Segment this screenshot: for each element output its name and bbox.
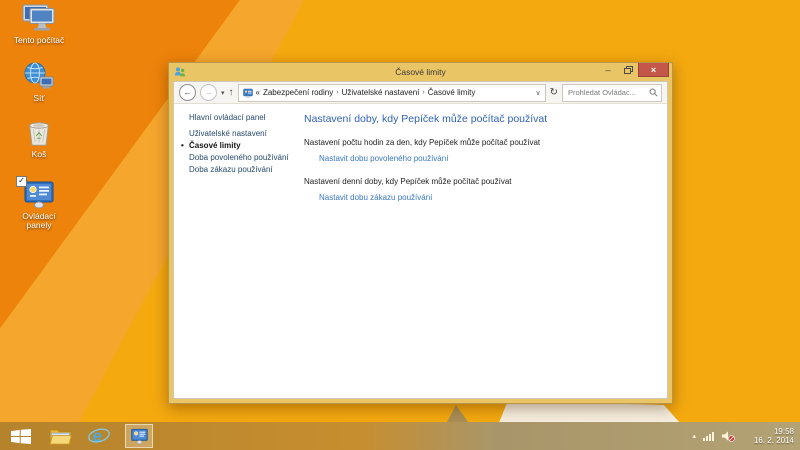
breadcrumb-item-user-settings[interactable]: Uživatelské nastavení: [342, 88, 420, 97]
breadcrumb[interactable]: « Zabezpečení rodiny › Uživatelské nasta…: [238, 84, 546, 102]
checkbox-icon[interactable]: ✓: [16, 176, 27, 187]
desktop-icon-label: Ovládací panely: [12, 212, 66, 230]
window-body: ← → ▾ ↑ « Zabezpečení ro: [173, 81, 668, 399]
breadcrumb-item-time-limits[interactable]: Časové limity: [428, 88, 476, 97]
section-description: Nastavení denní doby, kdy Pepíček může p…: [304, 177, 512, 186]
control-panel-mini-icon: [243, 88, 253, 98]
desktop-icon-network[interactable]: Síť: [12, 62, 66, 103]
window-controls: – ×: [598, 63, 669, 77]
breadcrumb-prefix: «: [256, 88, 260, 97]
control-panel-icon: ✓: [12, 180, 66, 210]
desktop-icon-control-panel[interactable]: ✓ Ovládací panely: [12, 180, 66, 230]
window-content: Hlavní ovládací panel Uživatelské nastav…: [174, 104, 667, 398]
system-tray: ▴ 19:58 16. 2. 2014: [692, 427, 800, 446]
hidden-icons-button[interactable]: ▴: [692, 432, 696, 440]
titlebar[interactable]: Časové limity: [169, 63, 672, 81]
volume-muted-icon[interactable]: [722, 431, 735, 442]
restore-button[interactable]: [618, 63, 638, 77]
up-button[interactable]: ↑: [229, 87, 234, 98]
recycle-bin-icon: [12, 118, 66, 148]
search-icon: [649, 88, 658, 97]
refresh-button[interactable]: ↻: [550, 87, 558, 98]
close-button[interactable]: ×: [638, 63, 669, 77]
control-panel-taskbar-button[interactable]: [125, 424, 153, 448]
restore-icon: [624, 66, 633, 74]
file-explorer-button[interactable]: [47, 423, 73, 449]
sidebar-item-home[interactable]: Hlavní ovládací panel: [189, 112, 289, 124]
taskbar-clock[interactable]: 19:58 16. 2. 2014: [742, 427, 794, 446]
main-pane: Nastavení doby, kdy Pepíček může počítač…: [304, 113, 659, 398]
start-button[interactable]: [8, 423, 34, 449]
breadcrumb-separator-icon: ›: [422, 89, 424, 96]
internet-explorer-icon: e: [87, 426, 111, 446]
sidebar-item-curfew[interactable]: Doba zákazu používání: [189, 164, 289, 176]
internet-explorer-button[interactable]: e: [86, 423, 112, 449]
desktop: Tento počítač Síť: [0, 0, 800, 450]
desktop-icon-recycle-bin[interactable]: Koš: [12, 118, 66, 159]
active-bullet-icon: •: [181, 140, 184, 152]
page-title: Nastavení doby, kdy Pepíček může počítač…: [304, 113, 659, 125]
address-bar: ← → ▾ ↑ « Zabezpečení ro: [174, 82, 667, 104]
breadcrumb-separator-icon: ›: [336, 89, 338, 96]
task-sidebar: Hlavní ovládací panel Uživatelské nastav…: [189, 112, 289, 176]
taskbar: e ▴: [0, 422, 800, 450]
search-input[interactable]: [566, 87, 649, 98]
sidebar-item-user-settings[interactable]: Uživatelské nastavení: [189, 128, 289, 140]
breadcrumb-item-family-safety[interactable]: Zabezpečení rodiny: [263, 88, 333, 97]
sidebar-item-allowed-time[interactable]: Doba povoleného používání: [189, 152, 289, 164]
address-dropdown-icon[interactable]: ∨: [535, 89, 540, 97]
minimize-button[interactable]: –: [598, 63, 618, 77]
desktop-icon-this-pc[interactable]: Tento počítač: [12, 4, 66, 45]
control-panel-window: Časové limity – × ← → ▾ ↑: [168, 62, 673, 404]
sidebar-item-time-limits[interactable]: •Časové limity: [189, 140, 289, 152]
network-icon[interactable]: [703, 431, 715, 441]
control-panel-icon: [129, 428, 150, 445]
clock-date: 16. 2. 2014: [742, 436, 794, 446]
window-title: Časové limity: [169, 67, 672, 77]
desktop-icon-label: Koš: [12, 150, 66, 159]
network-icon: [12, 62, 66, 92]
desktop-icon-label: Tento počítač: [12, 36, 66, 45]
taskbar-apps: e: [0, 423, 153, 449]
windows-logo-icon: [11, 429, 31, 444]
folder-icon: [49, 427, 72, 446]
computer-icon: [12, 4, 66, 34]
history-dropdown-icon[interactable]: ▾: [221, 89, 225, 97]
search-box[interactable]: [562, 84, 662, 102]
set-allowed-time-link[interactable]: Nastavit dobu povoleného používání: [319, 154, 448, 163]
forward-button[interactable]: →: [200, 84, 217, 101]
clock-time: 19:58: [742, 427, 794, 437]
section-description: Nastavení počtu hodin za den, kdy Pepíče…: [304, 138, 540, 147]
desktop-icon-label: Síť: [12, 94, 66, 103]
set-curfew-link[interactable]: Nastavit dobu zákazu používání: [319, 193, 432, 202]
back-button[interactable]: ←: [179, 84, 196, 101]
